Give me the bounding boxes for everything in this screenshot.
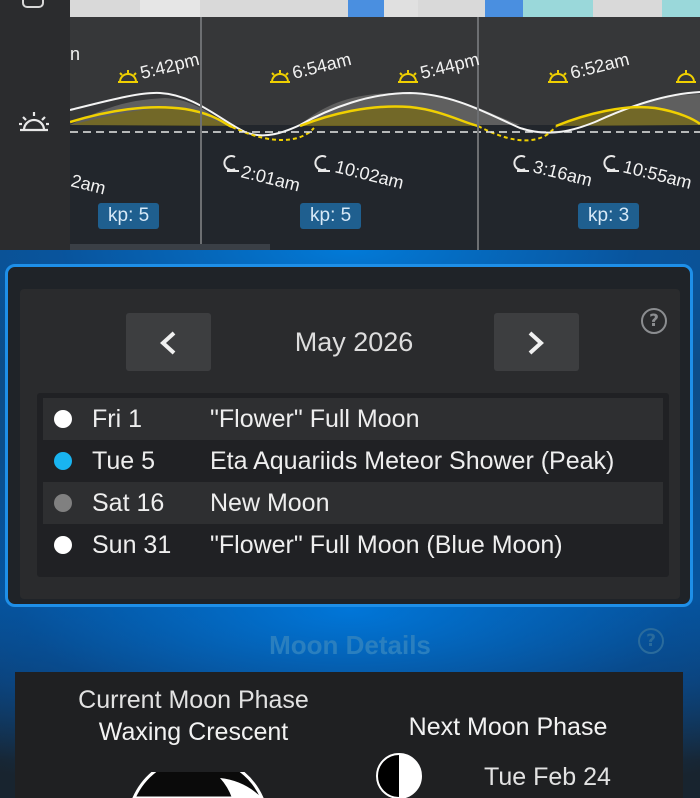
event-row[interactable]: Sun 31 "Flower" Full Moon (Blue Moon) <box>43 524 663 566</box>
event-date: Sun 31 <box>92 531 172 559</box>
chevron-right-icon <box>528 331 544 355</box>
event-name: "Flower" Full Moon (Blue Moon) <box>210 531 563 559</box>
first-quarter-moon-icon <box>376 753 422 798</box>
sun-moon-timeline[interactable]: 5:42pm 6:54am 5:44pm 6:52am n 2:01am 10:… <box>70 0 700 250</box>
event-date: Fri 1 <box>92 405 142 433</box>
sun-icon[interactable] <box>18 110 50 134</box>
left-rail <box>0 0 70 250</box>
kp-index-badge: kp: 5 <box>300 203 362 229</box>
next-phase-label: Next Moon Phase <box>408 713 608 741</box>
current-phase-label: Current Moon Phase <box>78 686 309 714</box>
event-row[interactable]: Tue 5 Eta Aquariids Meteor Shower (Peak) <box>43 440 663 482</box>
timeline-scrollbar[interactable] <box>70 244 270 250</box>
help-icon[interactable]: ? <box>641 308 667 334</box>
event-name: New Moon <box>210 489 330 517</box>
next-month-button[interactable] <box>494 313 579 371</box>
event-dot <box>54 494 72 512</box>
events-calendar-card: May 2026 ? Fri 1 "Flower" Full Moon Tue … <box>5 264 693 607</box>
moon-details-title: Moon Details <box>269 630 431 660</box>
kp-index-badge: kp: 5 <box>98 203 160 229</box>
help-icon[interactable]: ? <box>638 628 664 654</box>
event-name: "Flower" Full Moon <box>210 405 420 433</box>
event-dot <box>54 536 72 554</box>
prev-month-button[interactable] <box>126 313 211 371</box>
event-name: Eta Aquariids Meteor Shower (Peak) <box>210 447 615 475</box>
event-dot <box>54 452 72 470</box>
kp-index-badge: kp: 3 <box>578 203 640 229</box>
events-calendar-panel: May 2026 ? Fri 1 "Flower" Full Moon Tue … <box>20 289 680 599</box>
event-date: Tue 5 <box>92 447 156 475</box>
partial-label: n <box>70 44 80 64</box>
events-list: Fri 1 "Flower" Full Moon Tue 5 Eta Aquar… <box>37 393 669 577</box>
waxing-crescent-moon-icon <box>132 772 264 798</box>
month-title: May 2026 <box>294 327 414 357</box>
rail-top-icon[interactable] <box>22 0 44 8</box>
current-phase-value: Waxing Crescent <box>98 718 289 746</box>
next-phase-date: Tue Feb 24 <box>484 763 611 791</box>
event-date: Sat 16 <box>92 489 165 517</box>
chevron-left-icon <box>160 331 176 355</box>
event-row[interactable]: Fri 1 "Flower" Full Moon <box>43 398 663 440</box>
event-dot <box>54 410 72 428</box>
event-row[interactable]: Sat 16 New Moon <box>43 482 663 524</box>
